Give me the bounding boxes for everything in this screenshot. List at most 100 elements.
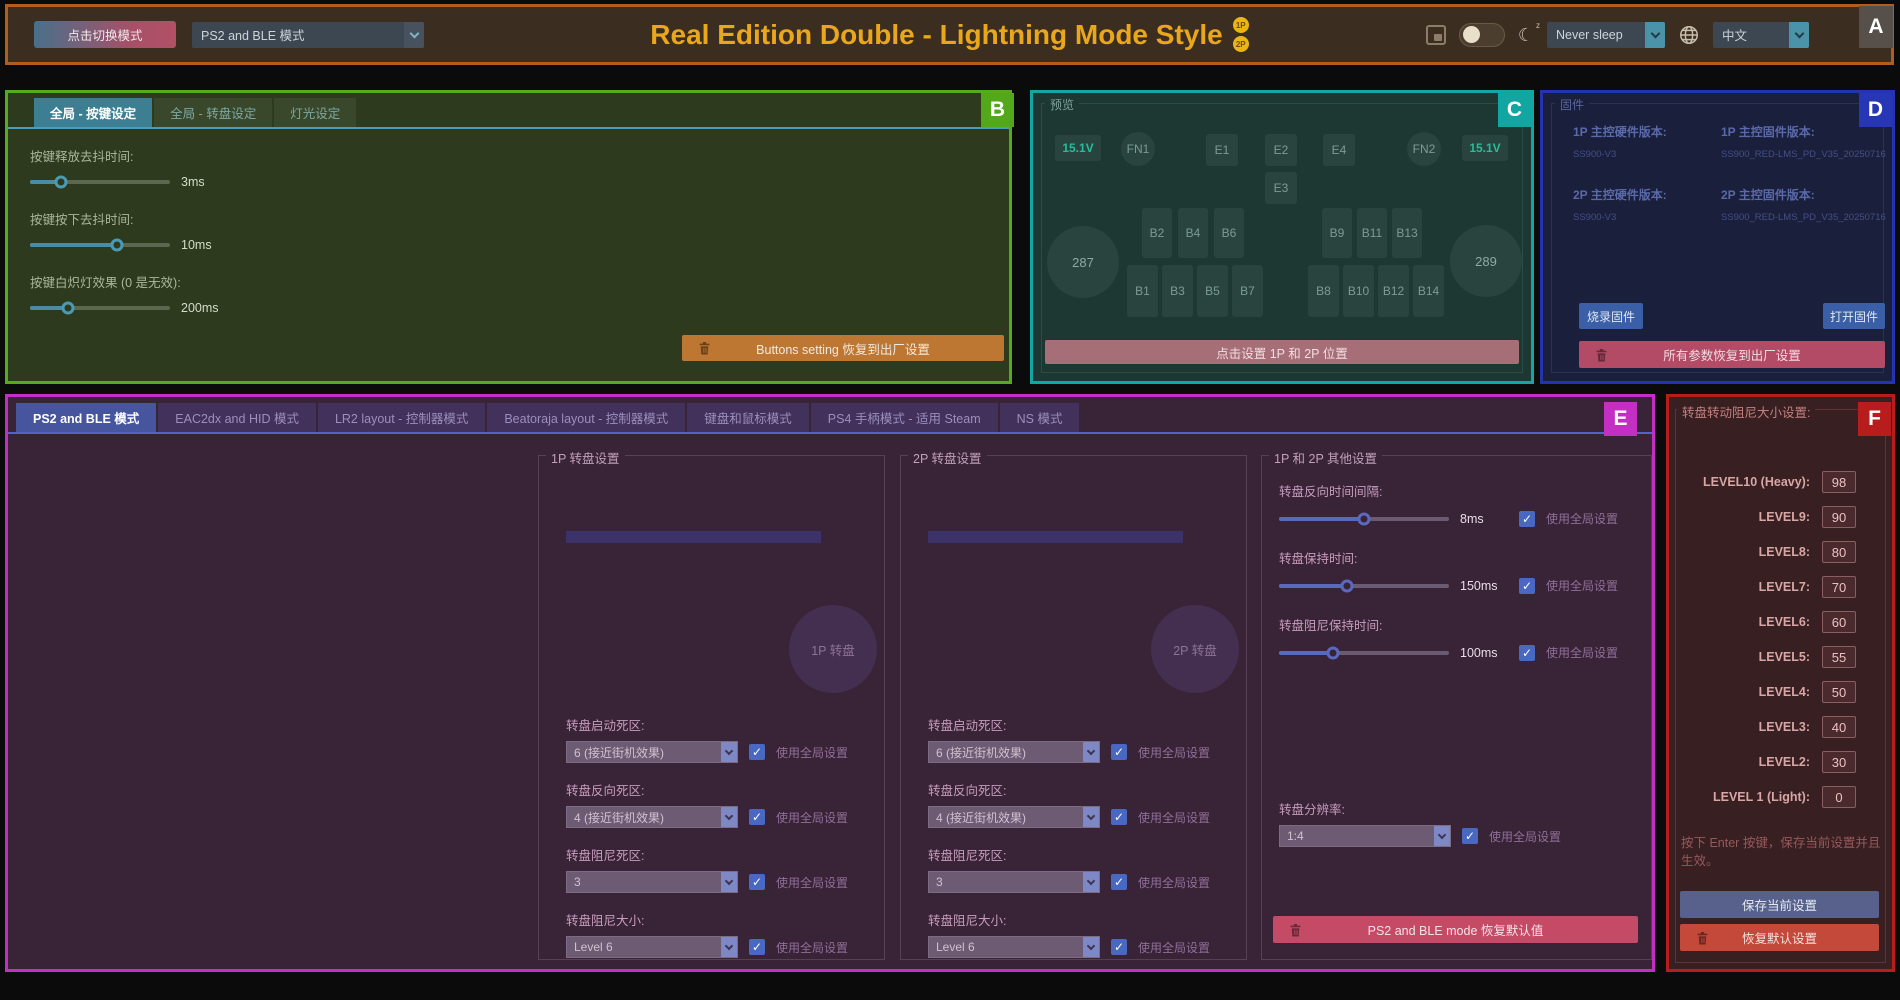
- damping-level-input[interactable]: 80: [1822, 541, 1856, 563]
- dropdown-select[interactable]: 3: [566, 871, 738, 893]
- slider-track[interactable]: [30, 180, 170, 184]
- set-1p-2p-position-button[interactable]: 点击设置 1P 和 2P 位置: [1045, 340, 1519, 364]
- slider-track[interactable]: [30, 306, 170, 310]
- use-global-label: 使用全局设置: [776, 874, 848, 891]
- use-global-checkbox[interactable]: ✓: [749, 809, 765, 825]
- mode-tab-2[interactable]: LR2 layout - 控制器模式: [318, 403, 485, 432]
- damping-level-input[interactable]: 60: [1822, 611, 1856, 633]
- use-global-checkbox[interactable]: ✓: [1111, 744, 1127, 760]
- mode-select[interactable]: PS2 and BLE 模式: [192, 22, 424, 48]
- dropdown-select[interactable]: 1:4: [1279, 825, 1451, 847]
- dropdown-select[interactable]: 4 (接近街机效果): [928, 806, 1100, 828]
- save-current-settings-button[interactable]: 保存当前设置: [1680, 891, 1879, 918]
- damping-level-input[interactable]: 55: [1822, 646, 1856, 668]
- use-global-checkbox[interactable]: ✓: [1519, 578, 1535, 594]
- global-tab-2[interactable]: 灯光设定: [274, 98, 356, 127]
- b-key[interactable]: B11: [1357, 208, 1387, 258]
- use-global-checkbox[interactable]: ✓: [1111, 874, 1127, 890]
- damping-level-input[interactable]: 98: [1822, 471, 1856, 493]
- language-select[interactable]: 中文: [1713, 22, 1809, 48]
- dropdown-select[interactable]: Level 6: [928, 936, 1100, 958]
- damping-panel: 转盘转动阻尼大小设置: LEVEL10 (Heavy):98LEVEL9:90L…: [1666, 394, 1895, 972]
- damping-level-input[interactable]: 70: [1822, 576, 1856, 598]
- b-key[interactable]: B1: [1127, 265, 1158, 317]
- buttons-factory-reset-button[interactable]: Buttons setting 恢复到出厂设置: [682, 335, 1004, 361]
- global-tab-0[interactable]: 全局 - 按键设定: [34, 98, 152, 127]
- use-global-checkbox[interactable]: ✓: [1462, 828, 1478, 844]
- voltage-right[interactable]: 15.1V: [1462, 135, 1508, 161]
- mode-tab-5[interactable]: PS4 手柄模式 - 适用 Steam: [811, 403, 998, 432]
- fn2-key[interactable]: FN2: [1407, 132, 1441, 166]
- use-global-checkbox[interactable]: ✓: [1111, 809, 1127, 825]
- b-key[interactable]: B10: [1343, 265, 1374, 317]
- turntable-left[interactable]: 287: [1047, 226, 1119, 298]
- damping-level-input[interactable]: 50: [1822, 681, 1856, 703]
- mode-tab-6[interactable]: NS 模式: [1000, 403, 1080, 432]
- b-key[interactable]: B3: [1162, 265, 1193, 317]
- dropdown-group: 转盘阻尼死区:3✓使用全局设置: [566, 845, 875, 893]
- dropdown-group: 转盘反向死区:4 (接近街机效果)✓使用全局设置: [928, 780, 1237, 828]
- e-key[interactable]: E2: [1265, 134, 1297, 166]
- global-tab-1[interactable]: 全局 - 转盘设定: [154, 98, 272, 127]
- restore-default-settings-button[interactable]: 恢复默认设置: [1680, 924, 1879, 951]
- voltage-left[interactable]: 15.1V: [1055, 135, 1101, 161]
- b-key[interactable]: B8: [1308, 265, 1339, 317]
- b-key[interactable]: B7: [1232, 265, 1263, 317]
- b-key[interactable]: B12: [1378, 265, 1409, 317]
- slider-track[interactable]: [1279, 651, 1449, 655]
- use-global-checkbox[interactable]: ✓: [749, 744, 765, 760]
- window-layout-icon[interactable]: [1426, 25, 1446, 45]
- turntable-right[interactable]: 289: [1450, 225, 1522, 297]
- slider-thumb[interactable]: [54, 176, 67, 189]
- b-key[interactable]: B4: [1178, 208, 1208, 258]
- e-key[interactable]: E1: [1206, 134, 1238, 166]
- dropdown-select[interactable]: 6 (接近街机效果): [566, 741, 738, 763]
- mode-tab-4[interactable]: 键盘和鼠标模式: [687, 403, 809, 432]
- b-key[interactable]: B5: [1197, 265, 1228, 317]
- slider-thumb[interactable]: [1358, 512, 1371, 525]
- b-key[interactable]: B2: [1142, 208, 1172, 258]
- slider-thumb[interactable]: [110, 239, 123, 252]
- dropdown-select[interactable]: 3: [928, 871, 1100, 893]
- mode-defaults-reset-button[interactable]: PS2 and BLE mode 恢复默认值: [1273, 916, 1638, 943]
- use-global-checkbox[interactable]: ✓: [1519, 645, 1535, 661]
- mode-tab-3[interactable]: Beatoraja layout - 控制器模式: [487, 403, 685, 432]
- switch-mode-button[interactable]: 点击切换模式: [34, 21, 176, 48]
- mode-tab-0[interactable]: PS2 and BLE 模式: [16, 403, 156, 432]
- mode-tab-1[interactable]: EAC2dx and HID 模式: [158, 403, 316, 432]
- all-params-factory-reset-button[interactable]: 所有参数恢复到出厂设置: [1579, 341, 1885, 368]
- b-key[interactable]: B13: [1392, 208, 1422, 258]
- b-key[interactable]: B9: [1322, 208, 1352, 258]
- slider-track[interactable]: [30, 243, 170, 247]
- slider-track[interactable]: [1279, 517, 1449, 521]
- e-key[interactable]: E3: [1265, 172, 1297, 204]
- open-firmware-button[interactable]: 打开固件: [1823, 303, 1885, 329]
- dropdown-select[interactable]: Level 6: [566, 936, 738, 958]
- damping-level-label: LEVEL4:: [1759, 685, 1810, 699]
- damping-level-input[interactable]: 40: [1822, 716, 1856, 738]
- dropdown-row: 3 ✓ 使用全局设置: [566, 871, 875, 893]
- use-global-checkbox[interactable]: ✓: [1111, 939, 1127, 955]
- use-global-checkbox[interactable]: ✓: [749, 939, 765, 955]
- use-global-checkbox[interactable]: ✓: [1519, 511, 1535, 527]
- b-key[interactable]: B14: [1413, 265, 1444, 317]
- dropdown-select[interactable]: 6 (接近街机效果): [928, 741, 1100, 763]
- damping-level-input[interactable]: 90: [1822, 506, 1856, 528]
- p2-turntable-bar: [928, 531, 1183, 543]
- slider-track[interactable]: [1279, 584, 1449, 588]
- flash-firmware-button[interactable]: 烧录固件: [1579, 303, 1643, 329]
- fn1-key[interactable]: FN1: [1121, 132, 1155, 166]
- slider-thumb[interactable]: [1327, 646, 1340, 659]
- use-global-checkbox[interactable]: ✓: [749, 874, 765, 890]
- damping-level-input[interactable]: 0: [1822, 786, 1856, 808]
- slider-thumb[interactable]: [61, 302, 74, 315]
- slider-thumb[interactable]: [1341, 579, 1354, 592]
- b-key[interactable]: B6: [1214, 208, 1244, 258]
- use-global-label: 使用全局设置: [776, 809, 848, 826]
- damping-level-input[interactable]: 30: [1822, 751, 1856, 773]
- e-key[interactable]: E4: [1323, 134, 1355, 166]
- dropdown-select[interactable]: 4 (接近街机效果): [566, 806, 738, 828]
- sleep-select[interactable]: Never sleep: [1547, 22, 1665, 48]
- theme-toggle[interactable]: [1459, 23, 1505, 47]
- use-global-label: 使用全局设置: [776, 939, 848, 956]
